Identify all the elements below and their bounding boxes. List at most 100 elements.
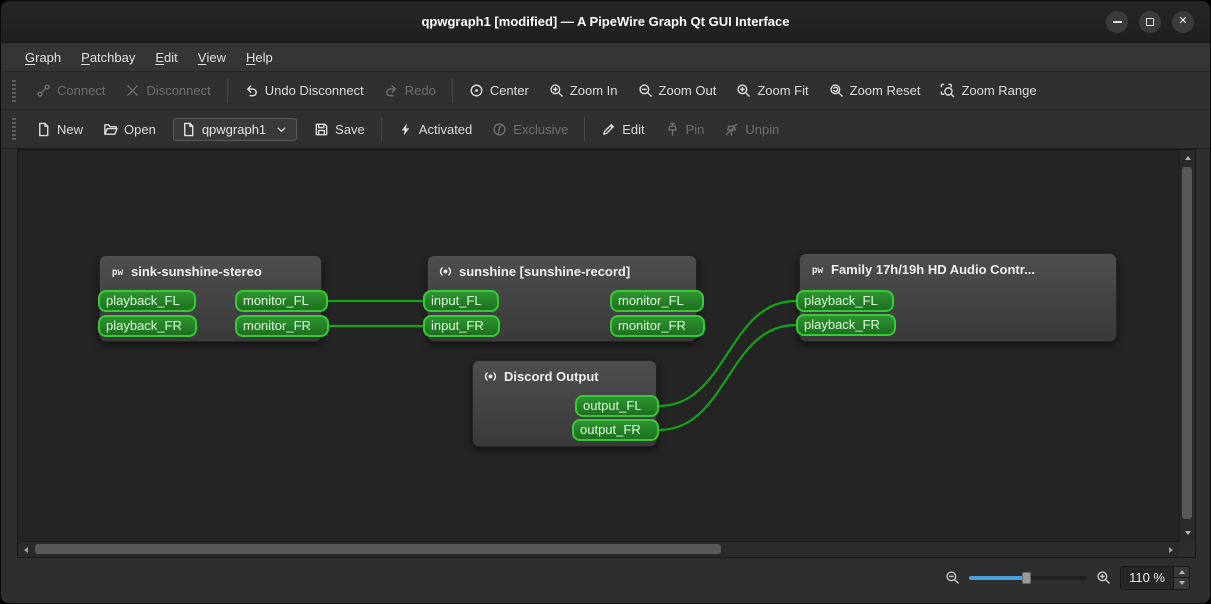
port-family-audio-playback_FR[interactable]: playback_FR [796,314,896,336]
patchbay-file-combo[interactable]: qpwgraph1 [172,117,298,141]
minimize-button[interactable] [1106,10,1128,33]
edit-button[interactable]: Edit [592,116,653,143]
record-icon [483,369,498,384]
port-sunshine-monitor_FL[interactable]: monitor_FL [610,290,704,312]
arrow-up-icon [1185,156,1191,160]
edit-icon [601,122,616,137]
exclusive-button[interactable]: f Exclusive [483,116,577,143]
menu-item-help[interactable]: Help [236,43,283,71]
port-family-audio-playback_FL[interactable]: playback_FL [796,290,894,312]
toolbar-button-label: Undo Disconnect [264,83,364,98]
toolbar-handle[interactable] [12,79,16,102]
pin-icon [665,122,680,137]
node-title: Discord Output [473,361,656,388]
center-button[interactable]: Center [460,77,538,104]
zoom-range-icon [940,83,955,98]
toolbar-button-label: Zoom Reset [849,83,921,98]
center-icon [469,83,484,98]
activated-icon [398,122,413,137]
zoom-fit-icon [736,83,751,98]
toolbar-separator [380,117,382,141]
port-sunshine-input_FR[interactable]: input_FR [423,315,500,337]
toolbar-button-label: Zoom In [569,83,618,98]
save-button[interactable]: Save [305,116,374,143]
scroll-up-button[interactable] [1180,150,1196,166]
zoom-spin-down-button[interactable] [1174,577,1189,589]
toolbar-button-label: Edit [622,121,645,137]
port-discord-output-output_FL[interactable]: output_FL [575,395,659,417]
port-sunshine-input_FL[interactable]: input_FL [423,290,499,312]
toolbar-button-label: Zoom Range [961,83,1037,98]
arrow-left-icon [24,547,28,553]
zoom-spinbox[interactable]: 110 % [1120,565,1190,590]
toolbar-separator [584,117,586,141]
node-title-text: Discord Output [504,369,599,384]
port-sink-sunshine-stereo-monitor_FR[interactable]: monitor_FR [235,315,329,337]
port-sink-sunshine-stereo-monitor_FL[interactable]: monitor_FL [235,290,328,312]
menu-item-view[interactable]: View [188,43,236,71]
vertical-scrollbar[interactable] [1179,150,1195,541]
arrow-down-icon [1185,531,1191,535]
zoom-in-button[interactable]: Zoom In [540,77,627,104]
toolbar-separator [226,78,228,103]
toolbar-handle[interactable] [12,118,16,140]
app-window: qpwgraph1 [modified] — A PipeWire Graph … [0,0,1211,604]
graph-canvas[interactable]: pw sink-sunshine-stereo playback_FL playbac… [18,150,1179,541]
close-button[interactable]: ✕ [1172,10,1194,33]
toolbar-separator [451,78,453,103]
svg-text:f: f [497,125,503,134]
redo-button[interactable]: Redo [375,77,445,104]
unpin-button[interactable]: Unpin [715,116,788,143]
toolbar-button-label: Zoom Fit [757,83,809,98]
zoom-in-status-icon[interactable] [1096,570,1111,585]
minimize-icon [1112,20,1122,23]
zoom-reset-button[interactable]: Zoom Reset [820,77,930,104]
unpin-icon [724,122,739,137]
pin-button[interactable]: Pin [656,116,714,143]
menu-item-patchbay[interactable]: Patchbay [71,43,145,71]
new-icon [36,122,51,137]
node-title: pw sink-sunshine-stereo [100,256,321,283]
toolbar-button-label: Zoom Out [658,83,717,98]
svg-text:pw: pw [812,265,824,276]
document-icon [181,122,196,137]
toolbar-button-label: Center [489,83,529,98]
open-button[interactable]: Open [94,116,165,143]
new-button[interactable]: New [27,116,92,143]
port-discord-output-output_FR[interactable]: output_FR [572,419,659,441]
toolbar-button-label: Save [335,121,365,137]
zoom-range-button[interactable]: Zoom Range [931,77,1045,104]
zoom-spin-up-button[interactable] [1174,566,1189,577]
status-bar: 110 % [1,558,1210,603]
node-title-text: sink-sunshine-stereo [131,264,262,279]
menu-item-edit[interactable]: Edit [145,43,187,71]
connect-button[interactable]: Connect [27,77,114,104]
port-sink-sunshine-stereo-playback_FL[interactable]: playback_FL [98,290,196,312]
port-sink-sunshine-stereo-playback_FR[interactable]: playback_FR [98,315,197,337]
scroll-left-button[interactable] [18,542,34,558]
scroll-right-button[interactable] [1163,542,1179,558]
pipewire-icon: pw [110,264,125,279]
maximize-button[interactable] [1139,10,1161,33]
zoom-slider[interactable] [969,570,1088,586]
graph-toolbar: Connect Disconnect Undo Disconnect Redo Cent… [1,72,1210,110]
zoom-slider-handle[interactable] [1021,571,1031,584]
zoom-out-button[interactable]: Zoom Out [629,77,726,104]
vertical-scroll-thumb[interactable] [1182,167,1192,519]
graph-view: pw sink-sunshine-stereo playback_FL playbac… [17,149,1196,558]
port-sunshine-monitor_FR[interactable]: monitor_FR [610,315,705,337]
menu-item-graph[interactable]: Graph [15,43,71,71]
horizontal-scroll-thumb[interactable] [35,544,721,554]
title-bar[interactable]: qpwgraph1 [modified] — A PipeWire Graph … [1,1,1210,43]
scroll-down-button[interactable] [1180,525,1196,541]
exclusive-icon: f [492,122,507,137]
window-title: qpwgraph1 [modified] — A PipeWire Graph … [421,14,790,29]
horizontal-scrollbar[interactable] [18,541,1179,557]
open-icon [103,122,118,137]
zoom-out-status-icon[interactable] [945,570,960,585]
undo-disconnect-button[interactable]: Undo Disconnect [235,77,373,104]
activated-button[interactable]: Activated [389,116,481,143]
zoom-fit-button[interactable]: Zoom Fit [727,77,817,104]
disconnect-button[interactable]: Disconnect [116,77,219,104]
scrollbar-corner [1179,541,1195,557]
